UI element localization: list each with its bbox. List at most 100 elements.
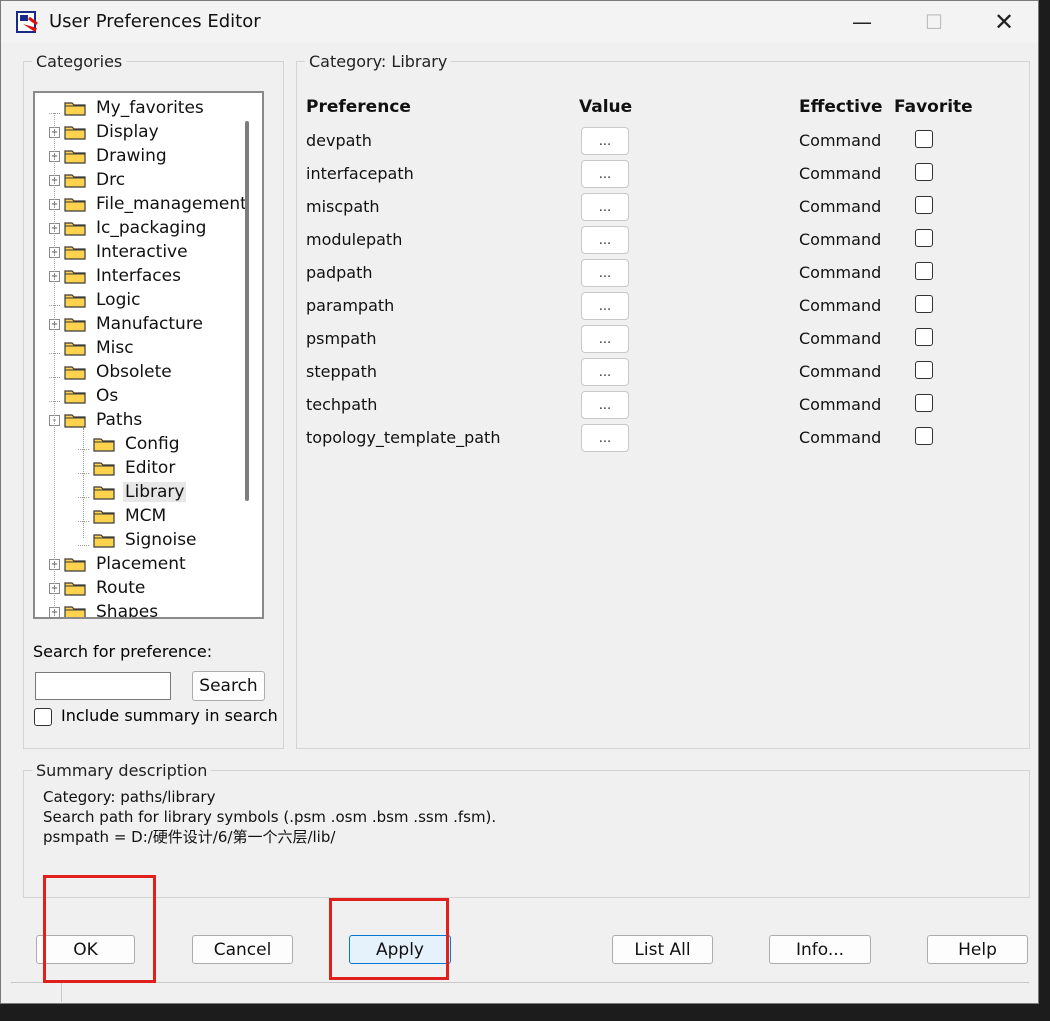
tree-item-label: Interfaces — [96, 266, 181, 286]
tree-item-library[interactable]: Library — [78, 480, 187, 504]
favorite-checkbox[interactable] — [915, 295, 933, 313]
effective-value: Command — [799, 362, 882, 381]
folder-icon — [64, 604, 86, 617]
categories-label: Categories — [32, 52, 127, 71]
tree-item-interfaces[interactable]: + Interfaces — [49, 264, 183, 288]
tree-item-label: Shapes — [96, 602, 159, 619]
summary-line-value: psmpath = D:/硬件设计/6/第一个六层/lib/ — [43, 828, 336, 846]
value-browse-button[interactable]: ... — [581, 391, 629, 419]
value-browse-button[interactable]: ... — [581, 325, 629, 353]
title-bar[interactable]: User Preferences Editor — ☐ ✕ — [1, 1, 1038, 43]
close-button[interactable]: ✕ — [969, 1, 1039, 43]
preference-header: Preference — [306, 97, 411, 117]
tree-item-obsolete[interactable]: Obsolete — [49, 360, 174, 384]
tree-item-label: Editor — [125, 458, 176, 478]
favorite-checkbox[interactable] — [915, 328, 933, 346]
list-all-button[interactable]: List All — [612, 935, 713, 964]
favorite-checkbox[interactable] — [915, 394, 933, 412]
maximize-icon: ☐ — [925, 10, 943, 34]
tree-item-label: Config — [125, 434, 180, 454]
tree-item-config[interactable]: Config — [78, 432, 182, 456]
tree-guide-line — [54, 113, 55, 617]
tree-item-logic[interactable]: Logic — [49, 288, 142, 312]
search-input[interactable] — [35, 672, 171, 700]
maximize-button[interactable]: ☐ — [899, 1, 969, 43]
app-icon — [16, 11, 38, 33]
tree-connector — [49, 103, 60, 114]
preference-name: devpath — [306, 131, 372, 150]
value-browse-button[interactable]: ... — [581, 160, 629, 188]
info-button[interactable]: Info... — [769, 935, 871, 964]
tree-item-my_favorites[interactable]: My_favorites — [49, 96, 206, 120]
tree-item-paths[interactable]: - Paths — [49, 408, 144, 432]
tree-item-drawing[interactable]: + Drawing — [49, 144, 169, 168]
tree-item-file_management[interactable]: + File_management — [49, 192, 249, 216]
folder-icon — [64, 100, 86, 116]
favorite-checkbox[interactable] — [915, 196, 933, 214]
folder-icon — [93, 436, 115, 452]
favorite-checkbox[interactable] — [915, 163, 933, 181]
value-browse-button[interactable]: ... — [581, 226, 629, 254]
apply-highlight-annotation — [329, 898, 449, 980]
tree-item-manufacture[interactable]: + Manufacture — [49, 312, 205, 336]
folder-icon — [93, 532, 115, 548]
tree-item-drc[interactable]: + Drc — [49, 168, 127, 192]
summary-label: Summary description — [32, 761, 212, 780]
tree-item-mcm[interactable]: MCM — [78, 504, 168, 528]
search-label: Search for preference: — [33, 642, 213, 661]
value-browse-button[interactable]: ... — [581, 193, 629, 221]
tree-item-route[interactable]: + Route — [49, 576, 147, 600]
cancel-button[interactable]: Cancel — [192, 935, 293, 964]
tree-item-interactive[interactable]: + Interactive — [49, 240, 190, 264]
folder-icon — [64, 364, 86, 380]
value-browse-button[interactable]: ... — [581, 292, 629, 320]
folder-icon — [64, 388, 86, 404]
category-tree[interactable]: My_favorites + Display + Drawing + Drc + File_ma… — [33, 91, 264, 619]
tree-item-label: Placement — [96, 554, 186, 574]
tree-item-label: Route — [96, 578, 146, 598]
tree-scrollbar[interactable] — [245, 121, 249, 501]
include-summary-label: Include summary in search — [61, 706, 278, 725]
tree-item-label: Obsolete — [96, 362, 172, 382]
preference-name: techpath — [306, 395, 378, 414]
minimize-button[interactable]: — — [827, 1, 897, 43]
tree-item-label: Drc — [96, 170, 126, 190]
preference-name: parampath — [306, 296, 395, 315]
summary-description: Category: paths/library Search path for … — [43, 787, 496, 847]
effective-value: Command — [799, 296, 882, 315]
effective-value: Command — [799, 329, 882, 348]
favorite-checkbox[interactable] — [915, 427, 933, 445]
tree-item-label: Interactive — [96, 242, 188, 262]
tree-item-display[interactable]: + Display — [49, 120, 161, 144]
minimize-icon: — — [852, 10, 872, 34]
folder-icon — [64, 556, 86, 572]
favorite-checkbox[interactable] — [915, 361, 933, 379]
bottom-divider — [11, 982, 1029, 983]
tree-item-label: Logic — [96, 290, 141, 310]
search-button[interactable]: Search — [192, 671, 265, 701]
value-browse-button[interactable]: ... — [581, 127, 629, 155]
value-browse-button[interactable]: ... — [581, 424, 629, 452]
favorite-checkbox[interactable] — [915, 130, 933, 148]
favorite-checkbox[interactable] — [915, 229, 933, 247]
tree-guide-line — [83, 428, 84, 538]
close-icon: ✕ — [993, 8, 1015, 36]
tree-item-label: Drawing — [96, 146, 167, 166]
include-summary-checkbox[interactable] — [34, 708, 52, 726]
folder-icon — [64, 244, 86, 260]
preference-name: interfacepath — [306, 164, 414, 183]
tree-item-signoise[interactable]: Signoise — [78, 528, 199, 552]
value-browse-button[interactable]: ... — [581, 259, 629, 287]
folder-icon — [93, 460, 115, 476]
tree-item-shapes[interactable]: + Shapes — [49, 600, 160, 619]
tree-item-os[interactable]: Os — [49, 384, 120, 408]
tree-item-ic_packaging[interactable]: + Ic_packaging — [49, 216, 208, 240]
favorite-checkbox[interactable] — [915, 262, 933, 280]
tree-item-editor[interactable]: Editor — [78, 456, 177, 480]
tree-item-label: My_favorites — [96, 98, 204, 118]
value-browse-button[interactable]: ... — [581, 358, 629, 386]
tree-item-misc[interactable]: Misc — [49, 336, 136, 360]
tree-item-placement[interactable]: + Placement — [49, 552, 188, 576]
help-button[interactable]: Help — [927, 935, 1028, 964]
folder-icon — [64, 196, 86, 212]
